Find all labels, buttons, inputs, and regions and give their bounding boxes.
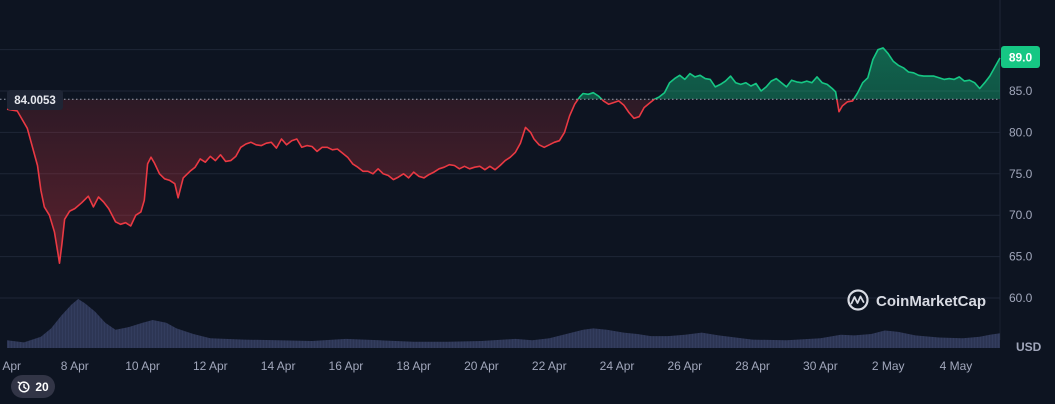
unit-label: USD xyxy=(1016,340,1042,354)
reference-label: 84.0053 xyxy=(7,90,63,110)
y-axis: 60.0 65.0 70.0 75.0 80.0 85.0 xyxy=(1009,84,1033,305)
current-price-badge: 89.0 xyxy=(1001,46,1040,68)
x-axis: 6 Apr 8 Apr 10 Apr 12 Apr 14 Apr 16 Apr 18 Apr… xyxy=(0,359,972,373)
area-below-reference xyxy=(7,99,854,264)
x-tick-label: 12 Apr xyxy=(193,359,228,373)
x-tick-label: 10 Apr xyxy=(125,359,160,373)
y-tick-label: 60.0 xyxy=(1009,291,1033,305)
current-price-value: 89.0 xyxy=(1009,51,1033,65)
watermark-text: CoinMarketCap xyxy=(876,293,986,310)
y-tick-label: 85.0 xyxy=(1009,84,1033,98)
history-icon xyxy=(17,380,30,393)
x-tick-label: 20 Apr xyxy=(464,359,499,373)
history-button[interactable]: 20 xyxy=(11,375,55,398)
x-tick-label: 18 Apr xyxy=(396,359,431,373)
x-tick-label: 24 Apr xyxy=(600,359,635,373)
y-tick-label: 80.0 xyxy=(1009,125,1033,139)
price-chart: 60.0 65.0 70.0 75.0 80.0 85.0 6 Apr 8 Apr 10 Ap… xyxy=(0,0,1042,373)
x-tick-label: 16 Apr xyxy=(329,359,364,373)
grid-lines xyxy=(0,0,1001,340)
x-tick-label: 2 May xyxy=(872,359,905,373)
x-tick-label: 28 Apr xyxy=(735,359,770,373)
x-tick-label: 30 Apr xyxy=(803,359,838,373)
area-fills xyxy=(7,47,1000,264)
coinmarketcap-logo-icon xyxy=(847,289,869,311)
y-tick-label: 75.0 xyxy=(1009,167,1033,181)
y-tick-label: 65.0 xyxy=(1009,250,1033,264)
x-tick-label: 4 May xyxy=(940,359,973,373)
x-tick-label: 6 Apr xyxy=(0,359,21,373)
x-tick-label: 14 Apr xyxy=(261,359,296,373)
x-tick-label: 8 Apr xyxy=(61,359,89,373)
y-tick-label: 70.0 xyxy=(1009,208,1033,222)
x-tick-label: 22 Apr xyxy=(532,359,567,373)
coinmarketcap-watermark: CoinMarketCap xyxy=(847,289,986,311)
x-tick-label: 26 Apr xyxy=(667,359,702,373)
history-count: 20 xyxy=(35,379,49,394)
reference-value: 84.0053 xyxy=(14,95,56,107)
